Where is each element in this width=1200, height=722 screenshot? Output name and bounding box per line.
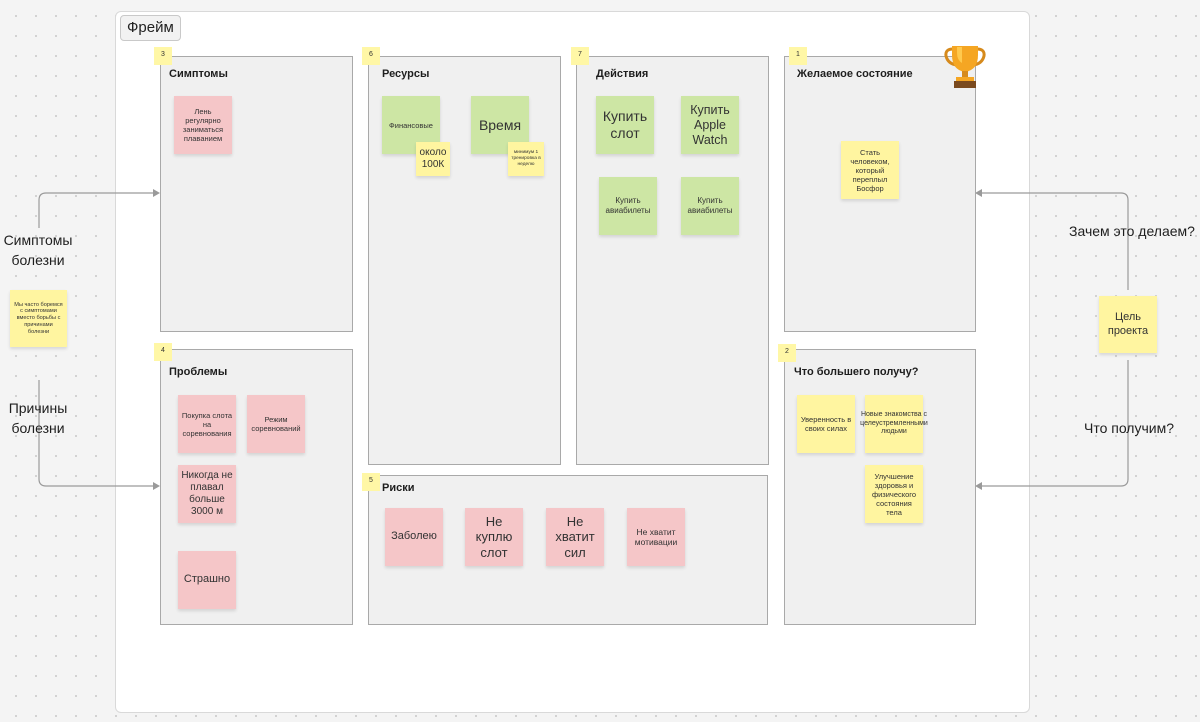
sticky-note[interactable]: Режим соревнований xyxy=(247,395,305,453)
arrow-head xyxy=(153,482,160,490)
sticky-note[interactable]: Купить авиабилеты xyxy=(599,177,657,235)
label-symptoms-of-disease[interactable]: Симптомы болезни xyxy=(0,230,76,270)
sticky-note[interactable]: Страшно xyxy=(178,551,236,609)
sticky-note[interactable]: Покупка слота на соревнования xyxy=(178,395,236,453)
section-number-tag: 5 xyxy=(362,473,380,491)
sticky-note[interactable]: минимум 1 тренировка в неделю xyxy=(508,142,544,176)
section-title: Симптомы xyxy=(169,68,228,80)
arrow-head xyxy=(975,189,982,197)
arrow-head xyxy=(153,189,160,197)
section-title: Ресурсы xyxy=(382,68,430,80)
sticky-note[interactable]: Купить слот xyxy=(596,96,654,154)
sticky-note[interactable]: Новые знакомства с целеустремленными люд… xyxy=(860,395,928,453)
section-title: Риски xyxy=(382,482,415,494)
section-title: Действия xyxy=(596,68,649,80)
arrow-head xyxy=(975,482,982,490)
section-number-tag: 1 xyxy=(789,47,807,65)
label-why-do-this[interactable]: Зачем это делаем? xyxy=(1064,221,1200,241)
trophy-icon xyxy=(943,43,987,89)
connector-why xyxy=(980,192,1129,290)
section-title: Проблемы xyxy=(169,366,228,378)
label-causes-of-disease[interactable]: Причины болезни xyxy=(0,398,76,438)
section-number-tag: 4 xyxy=(154,343,172,361)
sticky-note[interactable]: Цель проекта xyxy=(1099,296,1157,353)
sticky-note[interactable]: Улучшение здоровья и физического состоян… xyxy=(865,465,923,523)
section-number-tag: 3 xyxy=(154,47,172,65)
sticky-note[interactable]: Стать человеком, который переплыл Босфор xyxy=(841,141,899,199)
sticky-note[interactable]: Купить авиабилеты xyxy=(681,177,739,235)
sticky-note[interactable]: Мы часто боремся с симптомами вместо бор… xyxy=(10,290,67,347)
section-number-tag: 2 xyxy=(778,344,796,362)
section-title: Желаемое состояние xyxy=(797,68,913,80)
sticky-note[interactable]: Не куплю слот xyxy=(465,508,523,566)
section-number-tag: 7 xyxy=(571,47,589,65)
sticky-note[interactable]: Не хватит мотивации xyxy=(627,508,685,566)
sticky-note[interactable]: Лень регулярно заниматься плаванием xyxy=(174,96,232,154)
section-title: Что большего получу? xyxy=(794,366,919,378)
sticky-note[interactable]: Купить Apple Watch xyxy=(681,96,739,154)
sticky-note[interactable]: Заболею xyxy=(385,508,443,566)
label-what-we-get[interactable]: Что получим? xyxy=(1074,418,1184,438)
connector-symptoms xyxy=(38,192,156,228)
sticky-note[interactable]: около 100К xyxy=(416,142,450,176)
sticky-note[interactable]: Никогда не плавал больше 3000 м xyxy=(178,465,236,523)
section-number-tag: 6 xyxy=(362,47,380,65)
sticky-note[interactable]: Не хватит сил xyxy=(546,508,604,566)
sticky-note[interactable]: Уверенность в своих силах xyxy=(797,395,855,453)
